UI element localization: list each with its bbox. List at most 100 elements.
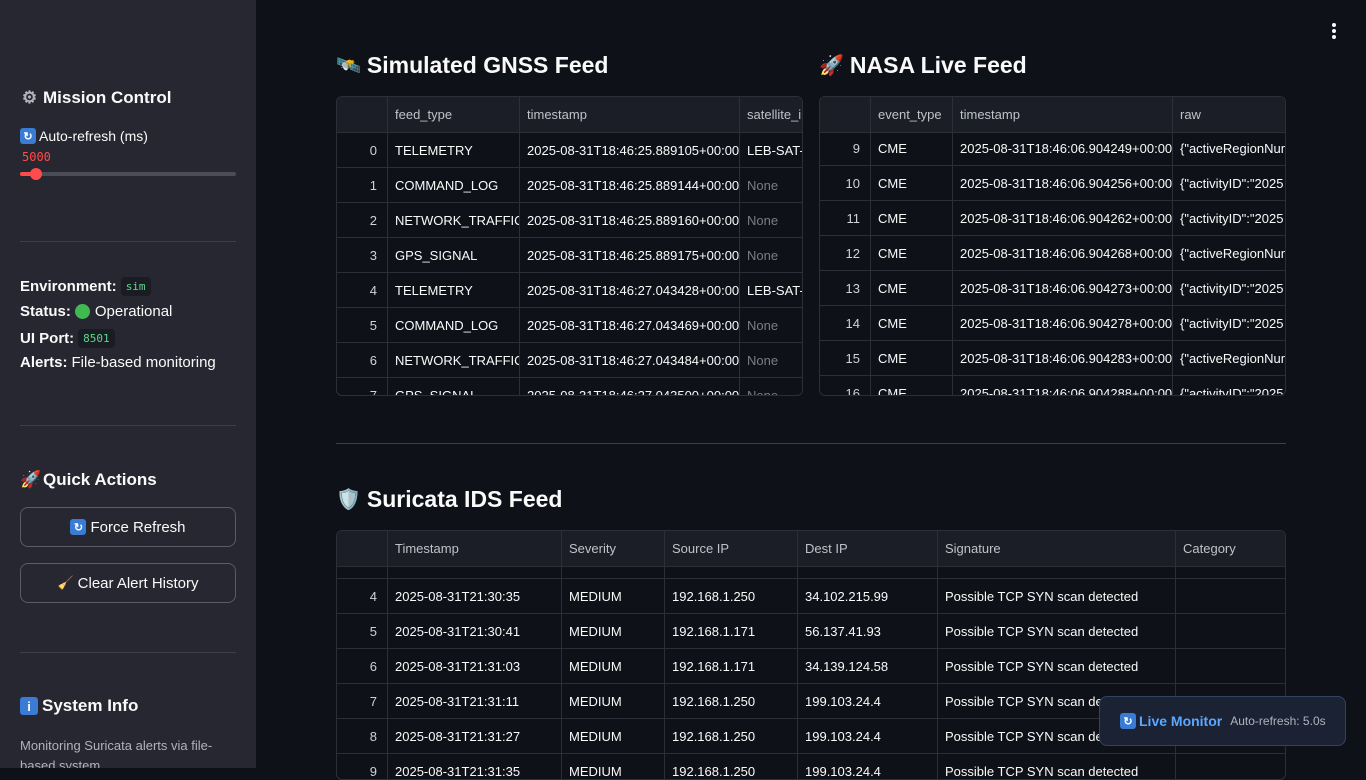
table-cell: GPS_SIGNAL — [388, 378, 520, 395]
table-row[interactable]: 5 2025-08-31T21:30:41 MEDIUM 192.168.1.171 5… — [337, 614, 1285, 649]
gnss-feed-heading: 🛰️ Simulated GNSS Feed — [336, 52, 609, 78]
table-row[interactable]: 11 CME 2025-08-31T18:46:06.904262+00:00 {"a… — [820, 201, 1285, 236]
satellite-icon: 🛰️ — [336, 55, 361, 77]
refresh-slider[interactable] — [20, 168, 236, 180]
column-header[interactable]: Dest IP — [798, 531, 938, 566]
table-cell: {"activityID":"2025 — [1173, 271, 1285, 305]
table-cell: 2025-08-31T18:46:27.043469+00:00 — [520, 308, 740, 342]
table-header: Timestamp Severity Source IP Dest IP Signatu… — [337, 531, 1285, 567]
table-row[interactable]: 9 2025-08-31T21:31:35 MEDIUM 192.168.1.250 1… — [337, 754, 1285, 779]
alerts-line: Alerts: File-based monitoring — [20, 354, 216, 371]
row-index: 6 — [337, 649, 388, 683]
table-cell: 192.168.1.250 — [665, 567, 798, 578]
column-header[interactable]: Timestamp — [388, 531, 562, 566]
table-cell — [1176, 754, 1285, 779]
table-row[interactable]: 15 CME 2025-08-31T18:46:06.904283+00:00 {"a… — [820, 341, 1285, 376]
quick-actions-heading: 🚀 Quick Actions — [20, 470, 157, 489]
force-refresh-button[interactable]: ↻ Force Refresh — [20, 507, 236, 547]
status-line: Status: Operational — [20, 303, 173, 320]
table-row[interactable]: 6 NETWORK_TRAFFIC 2025-08-31T18:46:27.0434… — [337, 343, 802, 378]
column-header[interactable]: Source IP — [665, 531, 798, 566]
table-cell — [1176, 649, 1285, 683]
column-header[interactable]: event_type — [871, 97, 953, 132]
table-cell: GPS_SIGNAL — [388, 238, 520, 272]
table-cell: 2025-08-31T21:31:11 — [388, 684, 562, 718]
table-cell — [1176, 579, 1285, 613]
live-monitor-subtitle: Auto-refresh: 5.0s — [1230, 714, 1326, 728]
row-index: 8 — [337, 719, 388, 753]
table-cell: {"activeRegionNum — [1173, 133, 1285, 165]
refresh-icon: ↻ — [70, 519, 87, 535]
column-header[interactable]: feed_type — [388, 97, 520, 132]
refresh-slider-thumb[interactable] — [30, 168, 43, 180]
row-index: 13 — [820, 271, 871, 305]
table-row[interactable]: 9 CME 2025-08-31T18:46:06.904249+00:00 {"ac… — [820, 133, 1285, 166]
table-row[interactable]: 7 GPS_SIGNAL 2025-08-31T18:46:27.043500+00… — [337, 378, 802, 395]
table-row[interactable]: 32025-08-31T21:30:11MEDIUM192.168.1.2501… — [337, 567, 1285, 579]
column-header[interactable]: raw — [1173, 97, 1285, 132]
table-row[interactable]: 4 TELEMETRY 2025-08-31T18:46:27.043428+00:… — [337, 273, 802, 308]
main-menu-icon[interactable] — [1326, 22, 1342, 40]
table-cell: CME — [871, 201, 953, 235]
table-cell: {"activityID":"2025 — [1173, 376, 1285, 396]
table-cell: MEDIUM — [562, 579, 665, 613]
table-row[interactable]: 16 CME 2025-08-31T18:46:06.904288+00:00 {"a… — [820, 376, 1285, 395]
table-row[interactable]: 4 2025-08-31T21:30:35 MEDIUM 192.168.1.250 3… — [337, 579, 1285, 614]
table-cell: MEDIUM — [562, 719, 665, 753]
table-cell: MEDIUM — [562, 649, 665, 683]
table-row[interactable]: 6 2025-08-31T21:31:03 MEDIUM 192.168.1.171 3… — [337, 649, 1285, 684]
table-cell: 192.168.1.250 — [665, 754, 798, 779]
column-header[interactable]: timestamp — [953, 97, 1173, 132]
row-index: 2 — [337, 203, 388, 237]
column-header[interactable]: Severity — [562, 531, 665, 566]
table-cell: 2025-08-31T18:46:06.904249+00:00 — [953, 133, 1173, 165]
row-index: 5 — [337, 308, 388, 342]
column-header[interactable] — [337, 531, 388, 566]
column-header[interactable]: satellite_i — [740, 97, 802, 132]
column-header[interactable] — [337, 97, 388, 132]
table-cell: 2025-08-31T18:46:27.043484+00:00 — [520, 343, 740, 377]
column-header[interactable]: timestamp — [520, 97, 740, 132]
column-header[interactable]: Signature — [938, 531, 1176, 566]
table-cell: CME — [871, 133, 953, 165]
section-divider — [336, 443, 1286, 444]
mission-control-heading: ⚙ Mission Control — [21, 88, 172, 107]
row-index: 4 — [337, 273, 388, 307]
table-row[interactable]: 1 COMMAND_LOG 2025-08-31T18:46:25.889144+0… — [337, 168, 802, 203]
table-row[interactable]: 13 CME 2025-08-31T18:46:06.904273+00:00 {"a… — [820, 271, 1285, 306]
table-row[interactable]: 12 CME 2025-08-31T18:46:06.904268+00:00 {"a… — [820, 236, 1285, 271]
rocket-icon: 🚀 — [20, 470, 42, 489]
gear-icon: ⚙ — [21, 88, 38, 107]
info-icon: i — [20, 697, 38, 715]
column-header[interactable] — [820, 97, 871, 132]
table-cell: None — [740, 308, 802, 342]
table-row[interactable]: 5 COMMAND_LOG 2025-08-31T18:46:27.043469+0… — [337, 308, 802, 343]
table-cell: {"activityID":"2025 — [1173, 166, 1285, 200]
row-index: 6 — [337, 343, 388, 377]
table-cell: TELEMETRY — [388, 273, 520, 307]
table-cell: CME — [871, 341, 953, 375]
sidebar: ⚙ Mission Control ↻ Auto-refresh (ms) 50… — [0, 0, 256, 768]
table-row[interactable]: 10 CME 2025-08-31T18:46:06.904256+00:00 {"a… — [820, 166, 1285, 201]
table-cell: 2025-08-31T21:30:11 — [388, 567, 562, 578]
table-cell: CME — [871, 306, 953, 340]
table-cell: 2025-08-31T18:46:25.889160+00:00 — [520, 203, 740, 237]
column-header[interactable]: Category — [1176, 531, 1285, 566]
row-index: 3 — [337, 567, 388, 578]
gnss-feed-table[interactable]: feed_type timestamp satellite_i 0 TELEMETRY 2… — [336, 96, 803, 396]
nasa-feed-table[interactable]: event_type timestamp raw 9 CME 2025-08-31T18:… — [819, 96, 1286, 396]
row-index: 3 — [337, 238, 388, 272]
row-index: 12 — [820, 236, 871, 270]
table-row[interactable]: 2 NETWORK_TRAFFIC 2025-08-31T18:46:25.8891… — [337, 203, 802, 238]
table-cell: NETWORK_TRAFFIC — [388, 203, 520, 237]
table-header: feed_type timestamp satellite_i — [337, 97, 802, 133]
clear-alert-history-button[interactable]: 🧹 Clear Alert History — [20, 563, 236, 603]
table-row[interactable]: 0 TELEMETRY 2025-08-31T18:46:25.889105+00:… — [337, 133, 802, 168]
table-row[interactable]: 14 CME 2025-08-31T18:46:06.904278+00:00 {"a… — [820, 306, 1285, 341]
table-row[interactable]: 3 GPS_SIGNAL 2025-08-31T18:46:25.889175+00… — [337, 238, 802, 273]
table-cell: 2025-08-31T18:46:06.904262+00:00 — [953, 201, 1173, 235]
row-index: 14 — [820, 306, 871, 340]
shield-icon: 🛡️ — [336, 489, 361, 511]
refresh-slider-value: 5000 — [22, 150, 51, 164]
table-cell: MEDIUM — [562, 567, 665, 578]
